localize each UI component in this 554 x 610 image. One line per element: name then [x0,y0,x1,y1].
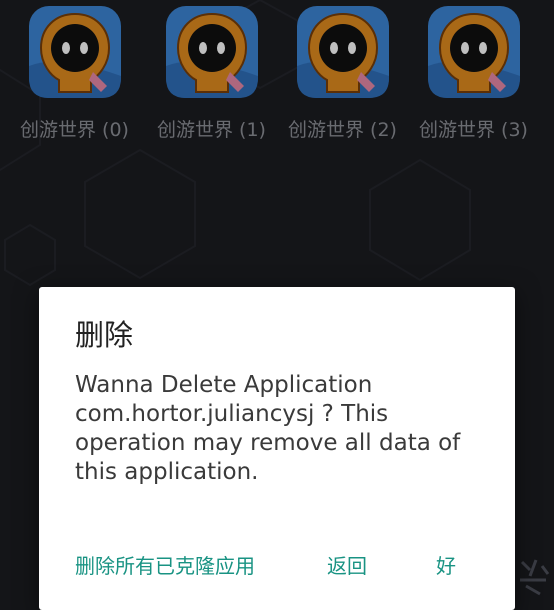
dialog-title: 删除 [75,318,134,352]
dialog-message: Wanna Delete Application com.hortor.juli… [75,372,461,485]
delete-all-clones-button[interactable]: 删除所有已克隆应用 [75,549,255,583]
home-screen: 创游世界 (0) 创游世界 (1) 创游世界 (2) 创游世界 (3) 删除 W… [0,0,554,610]
ok-button[interactable]: 好 [436,549,456,583]
watermark-icon [520,559,550,596]
dialog-actions: 删除所有已克隆应用 返回 好 [39,549,515,583]
back-button[interactable]: 返回 [327,549,367,583]
delete-dialog: 删除 Wanna Delete Application com.hortor.j… [39,287,515,610]
